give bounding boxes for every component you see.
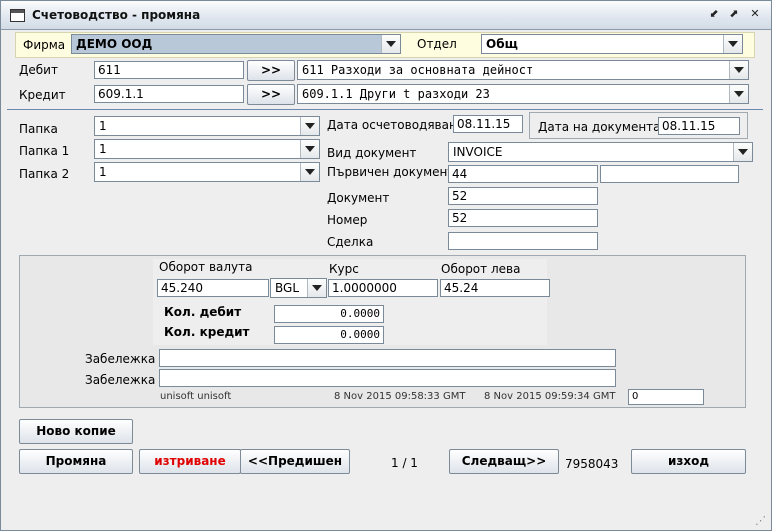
qty-debit-label: Кол. дебит: [164, 305, 242, 319]
note-label: Забележка: [85, 352, 156, 366]
document-input[interactable]: 52: [448, 187, 598, 205]
dept-label: Отдел: [417, 37, 457, 51]
currency-select[interactable]: BGL: [270, 278, 327, 298]
audit-created: 8 Nov 2015 09:58:33 GMT: [334, 391, 466, 402]
chevron-down-icon[interactable]: [729, 85, 748, 103]
chevron-down-icon[interactable]: [300, 117, 319, 135]
audit-modified: 8 Nov 2015 09:59:34 GMT: [484, 391, 616, 402]
debit-label: Дебит: [19, 63, 58, 77]
folder-label: Папка: [19, 122, 58, 136]
firm-label: Фирма: [23, 38, 66, 52]
close-icon[interactable]: ✕: [749, 8, 761, 20]
exit-button[interactable]: изход: [631, 449, 746, 474]
qty-credit-label: Кол. кредит: [164, 325, 250, 339]
chevron-down-icon[interactable]: [733, 143, 752, 161]
accounting-date-input[interactable]: 08.11.15: [453, 115, 523, 133]
debit-code-input[interactable]: 611: [94, 61, 244, 79]
minimize-icon[interactable]: ⬋: [708, 8, 720, 20]
resize-grip-icon[interactable]: ⋰: [755, 514, 769, 528]
previous-button[interactable]: <<Предишен: [240, 449, 350, 474]
record-id: 7958043: [565, 457, 619, 471]
folder1-label: Папка 1: [19, 144, 70, 158]
chevron-down-icon[interactable]: [723, 35, 742, 53]
folder-select[interactable]: 1: [94, 116, 320, 136]
doc-type-select[interactable]: INVOICE: [448, 142, 753, 162]
qty-credit-input[interactable]: 0.0000: [274, 326, 384, 344]
window: Счетоводство - промяна ⬋ ⬈ ✕ Фирма ДЕМО …: [0, 0, 772, 531]
note1-input[interactable]: [159, 369, 616, 387]
window-title: Счетоводство - промяна: [32, 8, 201, 22]
credit-label: Кредит: [19, 88, 66, 102]
next-button[interactable]: Следващ>>: [449, 449, 559, 474]
bgn-amount-input[interactable]: 45.24: [440, 279, 550, 297]
folder2-label: Папка 2: [19, 167, 70, 181]
rate-label: Курс: [329, 262, 359, 276]
bgn-amount-label: Оборот лева: [441, 262, 521, 276]
number-label: Номер: [327, 213, 368, 227]
new-copy-button[interactable]: Ново копие: [19, 419, 133, 444]
note1-label: Забележка 1: [85, 373, 167, 387]
folder1-select[interactable]: 1: [94, 139, 320, 159]
separator: [7, 109, 763, 110]
credit-lookup-button[interactable]: >>: [247, 84, 295, 105]
page-indicator: 1 / 1: [391, 456, 418, 470]
folder1-value: 1: [99, 142, 107, 156]
rate-input[interactable]: 1.0000000: [328, 279, 438, 297]
window-icon: [10, 9, 25, 22]
delete-button[interactable]: изтриване: [139, 449, 241, 474]
deal-label: Сделка: [327, 235, 374, 249]
chevron-down-icon[interactable]: [300, 163, 319, 181]
firm-value: ДЕМО ООД: [76, 37, 153, 51]
accounting-date-label: Дата осчетоводяване: [327, 118, 465, 132]
doc-type-label: Вид документ: [327, 146, 417, 160]
deal-input[interactable]: [448, 232, 598, 250]
qty-debit-input[interactable]: 0.0000: [274, 305, 384, 323]
title-bar[interactable]: Счетоводство - промяна ⬋ ⬈ ✕: [1, 1, 771, 30]
credit-account-value: 609.1.1 Други t разходи 23: [302, 87, 490, 101]
doc-date-label: Дата на документа: [538, 120, 661, 134]
primary-doc-label: Първичен документ: [327, 165, 455, 179]
dept-select[interactable]: Общ: [481, 34, 743, 54]
doc-type-value: INVOICE: [453, 145, 503, 159]
folder-value: 1: [99, 119, 107, 133]
chevron-down-icon[interactable]: [300, 140, 319, 158]
primary-doc-extra-input[interactable]: [600, 165, 739, 183]
debit-account-select[interactable]: 611 Разходи за основната дейност: [297, 60, 749, 80]
folder2-select[interactable]: 1: [94, 162, 320, 182]
folder2-value: 1: [99, 165, 107, 179]
chevron-down-icon[interactable]: [307, 279, 326, 297]
note-input[interactable]: [159, 349, 616, 367]
currency-value: BGL: [275, 281, 300, 295]
document-label: Документ: [327, 191, 390, 205]
dept-value: Общ: [486, 37, 518, 51]
doc-date-input[interactable]: 08.11.15: [658, 117, 740, 135]
change-button[interactable]: Промяна: [19, 449, 133, 474]
chevron-down-icon[interactable]: [381, 35, 400, 53]
currency-amount-label: Оборот валута: [159, 260, 253, 274]
audit-user: unisoft unisoft: [160, 391, 232, 402]
maximize-icon[interactable]: ⬈: [728, 8, 740, 20]
primary-doc-input[interactable]: 44: [448, 165, 598, 183]
currency-amount-input[interactable]: 45.240: [157, 279, 269, 297]
credit-code-input[interactable]: 609.1.1: [94, 85, 244, 103]
audit-counter[interactable]: 0: [628, 389, 704, 405]
number-input[interactable]: 52: [448, 209, 598, 227]
chevron-down-icon[interactable]: [729, 61, 748, 79]
firm-select[interactable]: ДЕМО ООД: [71, 34, 401, 54]
debit-lookup-button[interactable]: >>: [247, 60, 295, 81]
debit-account-value: 611 Разходи за основната дейност: [302, 63, 534, 77]
credit-account-select[interactable]: 609.1.1 Други t разходи 23: [297, 84, 749, 104]
